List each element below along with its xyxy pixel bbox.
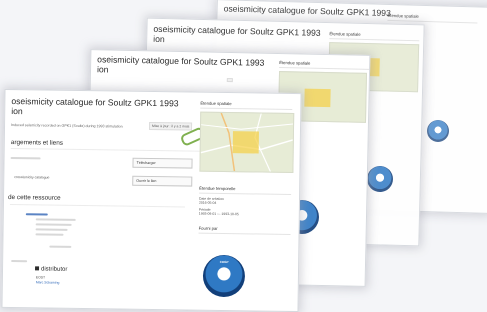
map-extent-zone [232,131,259,154]
text-line [49,245,72,248]
text-line [35,218,76,221]
metadata-link-line[interactable] [25,213,48,216]
about-section-title: de cette ressource [7,193,61,202]
cdgp-logo-back [367,166,393,192]
page-title: oseismicity catalogue for Soultz GPK1 19… [223,3,391,19]
spatial-extent-panel: Étendue spatiale Étendue temporelle Date… [198,100,295,235]
spatial-extent-panel: Étendue spatiale [387,12,478,24]
spatial-extent-heading: Étendue spatiale [329,31,420,42]
resource-description: Induced seismicity recorded on GPK1 (Sou… [11,123,123,129]
temporal-extent-heading: Étendue temporelle [199,185,292,195]
spatial-extent-heading: Étendue spatiale [200,100,293,110]
text-line [35,233,64,236]
resource-metadata-list [19,210,170,252]
spatial-map[interactable] [199,111,295,173]
version-badge: Mise à jour : il y a 2 mois [148,121,193,131]
text-line [35,228,68,231]
distributor-org: EOST [35,275,46,280]
spatial-extent-heading: Étendue spatiale [279,60,370,70]
creation-date-value: 2016-05-04 [198,200,217,205]
text-line [35,223,72,226]
distributor-contact-link[interactable]: Marc Schaming [36,280,67,284]
resource-page-front: oseismicity catalogue for Soultz GPK1 19… [1,88,302,312]
logo-text: CDGP [219,259,229,265]
providers-heading: Fourni par [198,225,291,235]
bullet-icon [35,266,40,271]
download-button[interactable]: Télécharger [132,157,193,169]
catalogue-item-label[interactable]: croseismicity catalogue [14,175,49,179]
open-link-button[interactable]: Ouvrir le lien [132,175,193,187]
cdgp-logo: CDGP [202,254,246,298]
distributor-block: distributor EOST Marc Schaming [11,260,68,285]
distributor-heading: distributor [35,266,67,273]
divider [9,204,185,208]
map-extent-zone [304,88,331,108]
spatial-extent-heading: Étendue spatiale [387,12,478,24]
version-badge [226,77,233,83]
cdgp-logo-back [427,120,449,142]
text-line [11,260,28,263]
period-value: 1993-09-01 — 1993-10-05 [198,211,239,217]
text-line [10,157,41,160]
